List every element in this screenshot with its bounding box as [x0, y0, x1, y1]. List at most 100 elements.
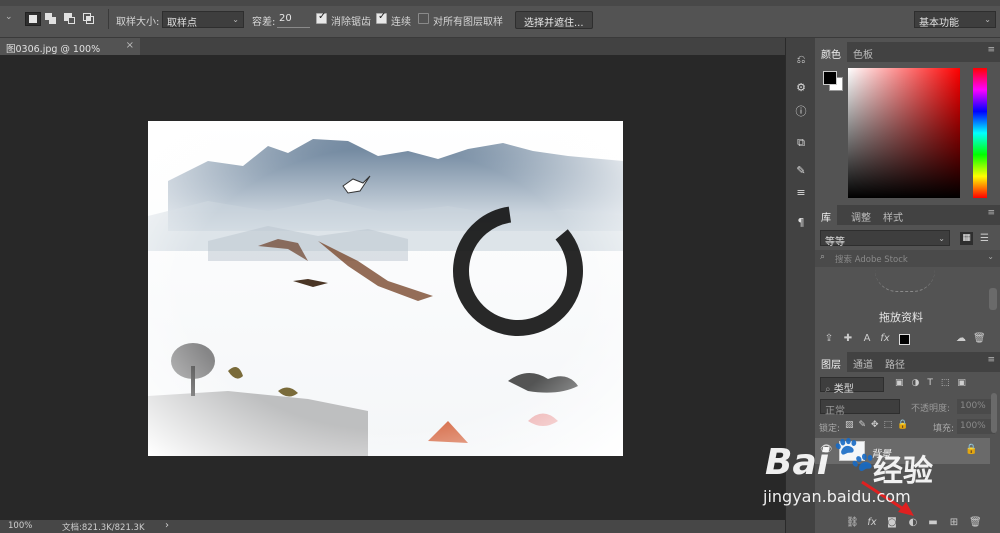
properties-icon[interactable]: ⚙ [794, 81, 808, 95]
drop-assets-label: 拖放资料 [879, 311, 923, 324]
drop-zone-arc [875, 270, 935, 292]
layers-scrollbar[interactable] [991, 393, 997, 433]
sample-size-select[interactable]: 取样点 ⌄ [162, 11, 244, 29]
new-selection-button[interactable] [25, 12, 41, 26]
intersect-selection-button[interactable] [82, 12, 98, 26]
brush-settings-icon[interactable]: ✎ [794, 164, 808, 178]
chevron-down-icon: ⌄ [232, 15, 239, 24]
tab-adjustments[interactable]: 调整 [845, 205, 877, 225]
tab-library[interactable]: 库 [815, 205, 837, 225]
library-select[interactable]: 等等 ⌄ [820, 230, 950, 248]
chevron-down-icon: ⌄ [984, 15, 991, 24]
add-character-style-icon[interactable]: A [861, 333, 873, 345]
panel-menu-icon[interactable]: ≡ [987, 208, 995, 218]
chevron-down-icon[interactable]: ⌄ [987, 252, 994, 261]
chevron-down-icon: ⌄ [938, 234, 945, 243]
tab-styles[interactable]: 样式 [877, 205, 909, 225]
library-scrollbar[interactable] [989, 288, 997, 310]
workspace-select[interactable]: 基本功能 ⌄ [914, 11, 996, 29]
opacity-label: 不透明度: [911, 404, 951, 414]
document-tab-bar: 图0306.jpg @ 100%(RGB/8) × [0, 38, 785, 66]
foreground-color-swatch[interactable] [823, 71, 837, 85]
baidu-watermark: Bai 🐾 经验 jingyan.baidu.com [755, 434, 1000, 520]
layer-filter-icons[interactable]: ▣◑T⬚▣ [895, 378, 995, 391]
fill-input[interactable]: 100% [957, 419, 995, 434]
character-icon[interactable]: ¶ [794, 216, 808, 230]
subtract-selection-icon-part [68, 17, 75, 24]
sample-size-label: 取样大小: [116, 17, 160, 28]
search-icon: ⌕ [820, 252, 826, 262]
tab-paths[interactable]: 路径 [879, 352, 911, 372]
fx-icon[interactable]: fx [879, 333, 891, 345]
close-icon[interactable]: × [126, 40, 134, 51]
baidu-logo: Bai [765, 442, 830, 483]
stock-search-placeholder: 搜索 Adobe Stock [835, 255, 908, 265]
trash-icon[interactable]: 🗑 [973, 333, 986, 345]
tab-color[interactable]: 颜色 [815, 42, 847, 62]
jingyan-logo: 经验 [873, 454, 933, 489]
blend-mode-select[interactable]: 正常 [820, 399, 900, 417]
color-picker-field[interactable] [848, 68, 960, 198]
add-graphic-icon[interactable]: ✚ [842, 333, 854, 345]
separator [108, 9, 109, 29]
sample-all-layers-label: 对所有图层取样 [433, 17, 503, 28]
library-select-value: 等等 [825, 237, 845, 248]
panel-menu-icon[interactable]: ≡ [987, 45, 995, 55]
color-panel-header: 颜色 色板 ≡ [815, 42, 1000, 62]
panel-menu-icon[interactable]: ≡ [987, 355, 995, 365]
tab-layers[interactable]: 图层 [815, 352, 847, 372]
antialias-checkbox[interactable] [316, 11, 327, 24]
rectangle-marquee-icon [29, 15, 37, 23]
history-icon[interactable]: ⎌ [794, 53, 808, 67]
hue-slider[interactable] [973, 68, 987, 198]
add-selection-icon-part [49, 17, 56, 24]
library-toolbar: ⇪ ✚ A fx ☁ 🗑 [815, 332, 1000, 346]
workspace-value: 基本功能 [919, 18, 959, 29]
contiguous-checkbox[interactable] [376, 11, 387, 24]
select-and-mask-button[interactable]: 选择并遮住... [515, 11, 593, 29]
tolerance-input[interactable]: 20 [277, 11, 310, 28]
lock-label: 锁定: [819, 424, 841, 434]
tab-swatches[interactable]: 色板 [847, 42, 879, 62]
add-selection-button[interactable] [44, 12, 60, 26]
layers-panel-header: 图层 通道 路径 ≡ [815, 352, 1000, 372]
status-arrow-icon[interactable]: › [165, 520, 169, 531]
tab-channels[interactable]: 通道 [847, 352, 879, 372]
document-tab[interactable]: 图0306.jpg @ 100%(RGB/8) × [0, 38, 140, 66]
artwork-image[interactable] [148, 121, 623, 456]
sample-size-value: 取样点 [167, 18, 197, 29]
add-color-swatch-icon[interactable] [899, 334, 910, 345]
tool-preset-chevron-icon[interactable]: ⌄ [5, 12, 13, 22]
tolerance-label: 容差: [252, 17, 276, 28]
upload-icon[interactable]: ⇪ [823, 333, 835, 345]
canvas-area[interactable] [0, 55, 785, 520]
zoom-level[interactable]: 100% [8, 521, 32, 531]
info-icon[interactable]: ⓘ [794, 105, 808, 119]
sample-all-layers-checkbox[interactable] [418, 13, 429, 24]
lock-options[interactable]: ▨✎✥⬚🔒 [845, 420, 915, 432]
menu-bar-remnant [0, 0, 1000, 6]
stock-search-box[interactable]: ⌕ 搜索 Adobe Stock ⌄ [815, 250, 1000, 267]
contiguous-label: 连续 [391, 17, 411, 28]
intersect-selection-icon-fill [87, 17, 91, 21]
document-size: 文档:821.3K/821.3K [62, 523, 145, 533]
fill-label: 填充: [933, 424, 955, 434]
blend-mode-value: 正常 [825, 406, 845, 417]
watermark-url: jingyan.baidu.com [763, 487, 911, 506]
antialias-label: 消除锯齿 [331, 17, 371, 28]
adjustments-icon[interactable]: ≡ [794, 186, 808, 200]
library-panel-header: 库 调整 样式 ≡ [815, 205, 1000, 225]
cloud-icon[interactable]: ☁ [955, 333, 967, 345]
list-view-icon[interactable]: ☰ [978, 232, 991, 245]
ink-landscape-illustration [148, 121, 623, 456]
clone-source-icon[interactable]: ⧉ [794, 136, 808, 150]
grid-view-icon[interactable]: ▦ [960, 232, 973, 245]
options-bar: ⌄ 取样大小: 取样点 ⌄ 容差: 20 消除锯齿 连续 对所有图层取样 选择并… [0, 0, 1000, 38]
search-icon: ⌕ [825, 384, 834, 395]
layer-filter-label: 类型 [833, 384, 854, 395]
subtract-selection-button[interactable] [63, 12, 79, 26]
opacity-input[interactable]: 100% [957, 399, 995, 414]
paw-icon: 🐾 [833, 434, 876, 474]
status-bar: 100% 文档:821.3K/821.3K › [0, 520, 785, 533]
layer-filter-select[interactable]: ⌕ 类型 [820, 377, 884, 395]
